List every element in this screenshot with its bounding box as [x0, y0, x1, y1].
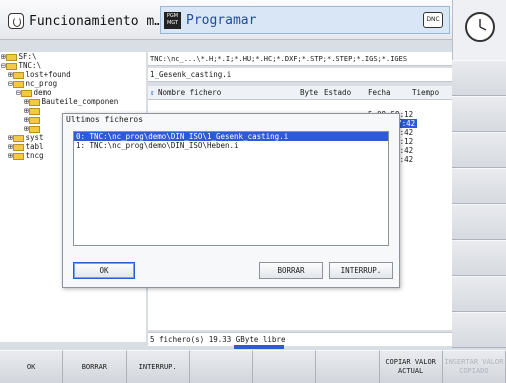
clock-icon: [465, 12, 495, 42]
clock-panel: [452, 0, 506, 60]
recent-files-list[interactable]: 0: TNC:\nc_prog\demo\DIN_ISO\1_Gesenk_ca…: [73, 131, 389, 246]
tree-item[interactable]: ⊞ SF:\: [0, 52, 146, 61]
tree-item[interactable]: ⊞ lost+found: [0, 70, 146, 79]
vertical-softkey[interactable]: [452, 96, 506, 132]
vertical-softkey[interactable]: [452, 204, 506, 240]
softkey-ok[interactable]: OK: [0, 350, 64, 383]
status-bar: 5 fichero(s) 19.33 GByte libre: [148, 332, 452, 346]
folder-icon: [28, 107, 40, 115]
softkey-copy-value[interactable]: COPIAR VALOR ACTUAL: [379, 350, 443, 383]
power-icon: [8, 13, 24, 29]
scroll-indicator: [234, 345, 284, 349]
column-size[interactable]: Byte: [300, 86, 318, 100]
dialog-delete-button[interactable]: BORRAR: [259, 262, 323, 279]
vertical-softkey[interactable]: [452, 132, 506, 168]
vertical-softkey[interactable]: [452, 312, 506, 348]
folder-icon: [20, 89, 32, 97]
recent-file-item[interactable]: 0: TNC:\nc_prog\demo\DIN_ISO\1_Gesenk_ca…: [74, 132, 388, 141]
folder-icon: [28, 116, 40, 124]
sort-arrow-icon: ⇕: [150, 88, 155, 97]
pgm-mgt-icon: PGM MGT: [164, 11, 181, 29]
tab-programming[interactable]: PGM MGT Programar: [160, 6, 450, 34]
dialog-title: Ultimos ficheros: [66, 115, 144, 124]
tab-programming-label: Programar: [186, 12, 257, 28]
vertical-softkey[interactable]: [452, 60, 506, 96]
tab-operating-mode[interactable]: Funcionamiento m…: [8, 9, 162, 33]
tree-item[interactable]: ⊞ Bauteile_componen: [0, 97, 146, 106]
folder-icon: [28, 125, 40, 133]
tree-item[interactable]: ⊟ demo: [0, 88, 146, 97]
softkey-empty[interactable]: [316, 350, 380, 383]
folder-icon: [12, 71, 24, 79]
column-name[interactable]: Nombre fichero: [158, 86, 221, 100]
vertical-softkey-bar: [452, 60, 506, 348]
file-list-header: ⇕ Nombre fichero Byte Estado Fecha Tiemp…: [148, 86, 452, 100]
tree-item[interactable]: ⊟ nc_prog: [0, 79, 146, 88]
file-filter[interactable]: 1_Gesenk_casting.i: [148, 68, 452, 82]
vertical-softkey[interactable]: [452, 168, 506, 204]
dnc-icon[interactable]: DNC: [423, 12, 443, 28]
drive-icon: [5, 62, 17, 70]
path-bar: TNC:\nc_...\*.H;*.I;*.HU;*.HC;*.DXF;*.ST…: [148, 52, 452, 66]
folder-icon: [28, 98, 40, 106]
folder-icon: [12, 152, 24, 160]
softkey-empty[interactable]: [189, 350, 253, 383]
drive-icon: [5, 53, 17, 61]
horizontal-softkey-bar: OK BORRAR INTERRUP. COPIAR VALOR ACTUAL …: [0, 350, 506, 383]
softkey-delete[interactable]: BORRAR: [63, 350, 127, 383]
tab-operating-mode-label: Funcionamiento m…: [29, 13, 163, 29]
dialog-cancel-button[interactable]: INTERRUP.: [329, 262, 393, 279]
title-bar: Funcionamiento m… PGM MGT Programar DNC: [0, 0, 452, 40]
softkey-cancel[interactable]: INTERRUP.: [126, 350, 190, 383]
vertical-softkey[interactable]: [452, 276, 506, 312]
column-date[interactable]: Fecha: [368, 86, 391, 100]
tree-item[interactable]: ⊟ TNC:\: [0, 61, 146, 70]
recent-file-item[interactable]: 1: TNC:\nc_prog\demo\DIN_ISO\Heben.i: [74, 141, 388, 150]
softkey-insert-value[interactable]: INSERTAR VALOR COPIADO: [442, 350, 506, 383]
dialog-ok-button[interactable]: OK: [73, 262, 135, 279]
folder-icon: [12, 80, 24, 88]
folder-icon: [12, 143, 24, 151]
recent-files-dialog: Ultimos ficheros 0: TNC:\nc_prog\demo\DI…: [62, 113, 400, 288]
column-time[interactable]: Tiempo: [412, 86, 439, 100]
column-status[interactable]: Estado: [324, 86, 351, 100]
folder-icon: [12, 134, 24, 142]
softkey-empty[interactable]: [253, 350, 317, 383]
vertical-softkey[interactable]: [452, 240, 506, 276]
